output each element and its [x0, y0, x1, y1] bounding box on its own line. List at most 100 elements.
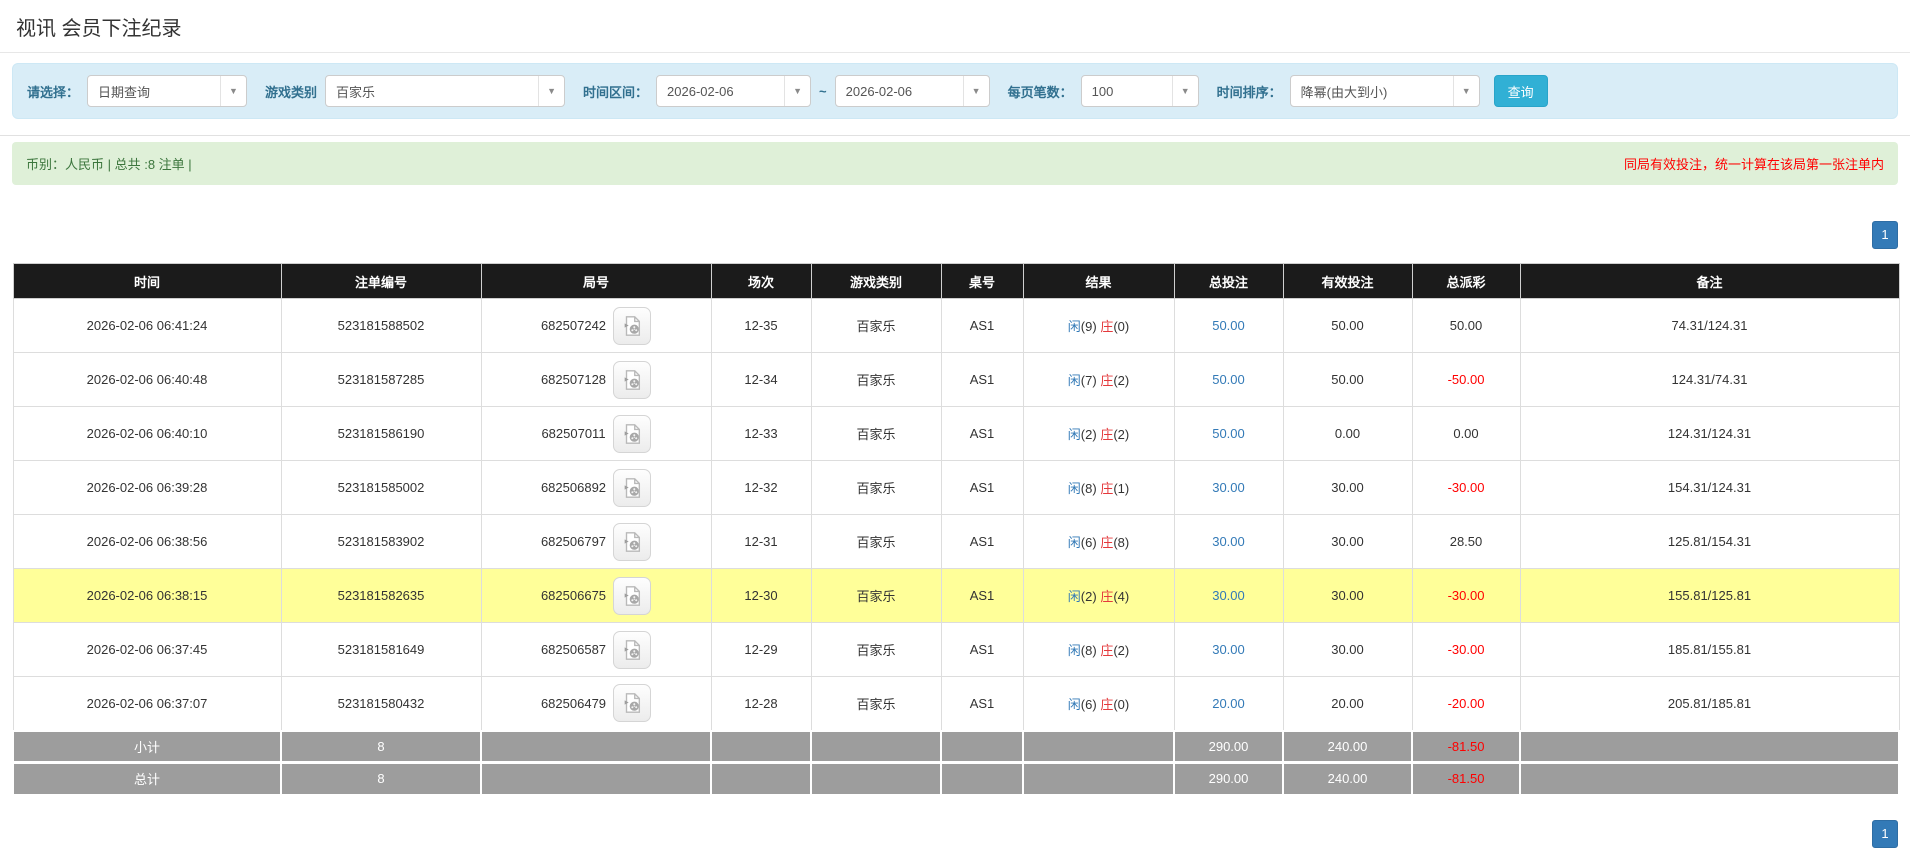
table-row: 2026-02-06 06:38:56 523181583902 6825067… [12, 514, 1900, 569]
subtotal-payout: -81.50 [1411, 729, 1521, 764]
result-player-label: 闲 [1067, 589, 1081, 604]
cell-total-bet: 30.00 [1173, 622, 1284, 677]
cell-game-type: 百家乐 [810, 352, 942, 407]
date-from-select[interactable]: 2026-02-06 ▼ [656, 75, 812, 107]
total-total-bet: 290.00 [1173, 761, 1284, 796]
cell-session: 12-32 [710, 460, 812, 515]
valid-bet-notice-text: 同局有效投注，统一计算在该局第一张注单内 [1623, 157, 1884, 172]
table-row: 2026-02-06 06:39:28 523181585002 6825068… [12, 460, 1900, 515]
round-number: 682507011 [541, 426, 606, 441]
search-button[interactable]: 查询 [1493, 75, 1548, 107]
cell-bet-id: 523181587285 [280, 352, 482, 407]
total-count: 8 [280, 761, 482, 796]
result-banker-number: (2) [1113, 427, 1130, 442]
cell-total-bet: 50.00 [1173, 298, 1284, 353]
filter-label-sort: 时间排序： [1216, 84, 1282, 100]
total-bet-link[interactable]: 50.00 [1212, 426, 1245, 441]
cell-table-no: AS1 [940, 352, 1024, 407]
column-header-2: 局号 [480, 263, 712, 299]
video-replay-button[interactable] [613, 468, 652, 507]
result-banker-label: 庄 [1100, 427, 1114, 442]
filter-panel: 请选择： 日期查询 ▼ 游戏类别 百家乐 ▼ 时间区间： 2026-02-06 … [12, 63, 1898, 119]
result-player-label: 闲 [1067, 481, 1081, 496]
cell-valid-bet: 30.00 [1282, 622, 1413, 677]
cell-session: 12-34 [710, 352, 812, 407]
total-bet-link[interactable]: 20.00 [1212, 696, 1245, 711]
total-payout: -81.50 [1411, 761, 1521, 796]
empty-cell [480, 761, 712, 796]
result-player-label: 闲 [1067, 427, 1081, 442]
table-head: 时间 注单编号 局号 场次 游戏类别 桌号 结果 总投注 有效投注 总派彩 备注 [12, 263, 1900, 299]
game-type-select[interactable]: 百家乐 ▼ [325, 75, 566, 107]
table-row: 2026-02-06 06:40:10 523181586190 6825070… [12, 406, 1900, 461]
cell-round: 682507128 [480, 352, 712, 407]
total-bet-link[interactable]: 30.00 [1212, 642, 1245, 657]
total-bet-link[interactable]: 50.00 [1212, 318, 1245, 333]
cell-note: 154.31/124.31 [1519, 460, 1900, 515]
caret-down-icon: ▼ [538, 76, 564, 106]
pagination-page-1[interactable]: 1 [1872, 820, 1898, 848]
date-to-select[interactable]: 2026-02-06 ▼ [834, 75, 990, 107]
total-bet-link[interactable]: 30.00 [1212, 534, 1245, 549]
result-banker-number: (0) [1113, 696, 1130, 712]
caret-down-icon: ▼ [1171, 76, 1198, 106]
subtotal-valid-bet: 240.00 [1282, 729, 1413, 764]
cell-total-bet: 30.00 [1173, 514, 1284, 569]
cell-payout: 0.00 [1411, 406, 1521, 461]
cell-round: 682507242 [480, 298, 712, 353]
cell-payout: -20.00 [1411, 676, 1521, 731]
cell-session: 12-30 [710, 568, 812, 623]
empty-cell [710, 729, 812, 764]
video-replay-button[interactable] [613, 306, 652, 345]
time-sort-value: 降幂(由大到小) [1300, 84, 1388, 100]
cell-session: 12-28 [710, 676, 812, 731]
range-tilde: ~ [819, 83, 827, 99]
video-replay-button[interactable] [613, 360, 652, 399]
time-sort-select[interactable]: 降幂(由大到小) ▼ [1289, 75, 1480, 107]
empty-cell [1022, 729, 1175, 764]
cell-note: 185.81/155.81 [1519, 622, 1900, 677]
cell-valid-bet: 20.00 [1282, 676, 1413, 731]
cell-result: 闲(7) 庄(2) [1022, 352, 1175, 407]
cell-table-no: AS1 [940, 406, 1024, 461]
divider [0, 135, 1910, 136]
summary-bar: 币别：人民币 | 总共 :8 注单 | 同局有效投注，统一计算在该局第一张注单内 [12, 142, 1898, 185]
cell-result: 闲(6) 庄(0) [1022, 676, 1175, 731]
per-page-select[interactable]: 100 ▼ [1080, 75, 1199, 107]
column-header-6: 结果 [1022, 263, 1175, 299]
cell-session: 12-35 [710, 298, 812, 353]
video-replay-button[interactable] [613, 522, 652, 561]
video-replay-button[interactable] [613, 684, 652, 723]
video-replay-button[interactable] [612, 414, 651, 453]
total-bet-link[interactable]: 50.00 [1212, 372, 1245, 387]
caret-down-icon: ▼ [962, 76, 989, 106]
caret-down-icon: ▼ [1452, 76, 1479, 106]
subtotal-label: 小计 [12, 729, 282, 764]
cell-time: 2026-02-06 06:37:45 [12, 622, 282, 677]
video-file-icon [624, 423, 640, 444]
bet-records-table: 时间 注单编号 局号 场次 游戏类别 桌号 结果 总投注 有效投注 总派彩 备注 2026-02-0… [12, 263, 1900, 796]
video-replay-button[interactable] [613, 576, 652, 615]
cell-time: 2026-02-06 06:40:48 [12, 352, 282, 407]
cell-game-type: 百家乐 [810, 406, 942, 461]
video-file-icon [624, 693, 641, 714]
column-header-5: 桌号 [940, 263, 1024, 299]
video-replay-button[interactable] [613, 630, 652, 669]
cell-total-bet: 50.00 [1173, 406, 1284, 461]
total-bet-link[interactable]: 30.00 [1212, 588, 1245, 603]
pagination-page-1[interactable]: 1 [1872, 221, 1898, 249]
cell-session: 12-33 [710, 406, 812, 461]
cell-game-type: 百家乐 [810, 514, 942, 569]
round-number: 682507128 [540, 372, 607, 387]
result-player-label: 闲 [1067, 319, 1081, 334]
table-row: 2026-02-06 06:40:48 523181587285 6825071… [12, 352, 1900, 407]
result-player-number: (2) [1080, 589, 1097, 604]
table-row: 2026-02-06 06:37:07 523181580432 6825064… [12, 676, 1900, 731]
result-player-number: (6) [1080, 535, 1097, 550]
divider [0, 52, 1910, 53]
cell-valid-bet: 30.00 [1282, 514, 1413, 569]
query-mode-select[interactable]: 日期查询 ▼ [87, 75, 248, 107]
result-player-number: (8) [1080, 643, 1097, 658]
query-mode-value: 日期查询 [98, 84, 151, 100]
total-bet-link[interactable]: 30.00 [1212, 480, 1245, 495]
